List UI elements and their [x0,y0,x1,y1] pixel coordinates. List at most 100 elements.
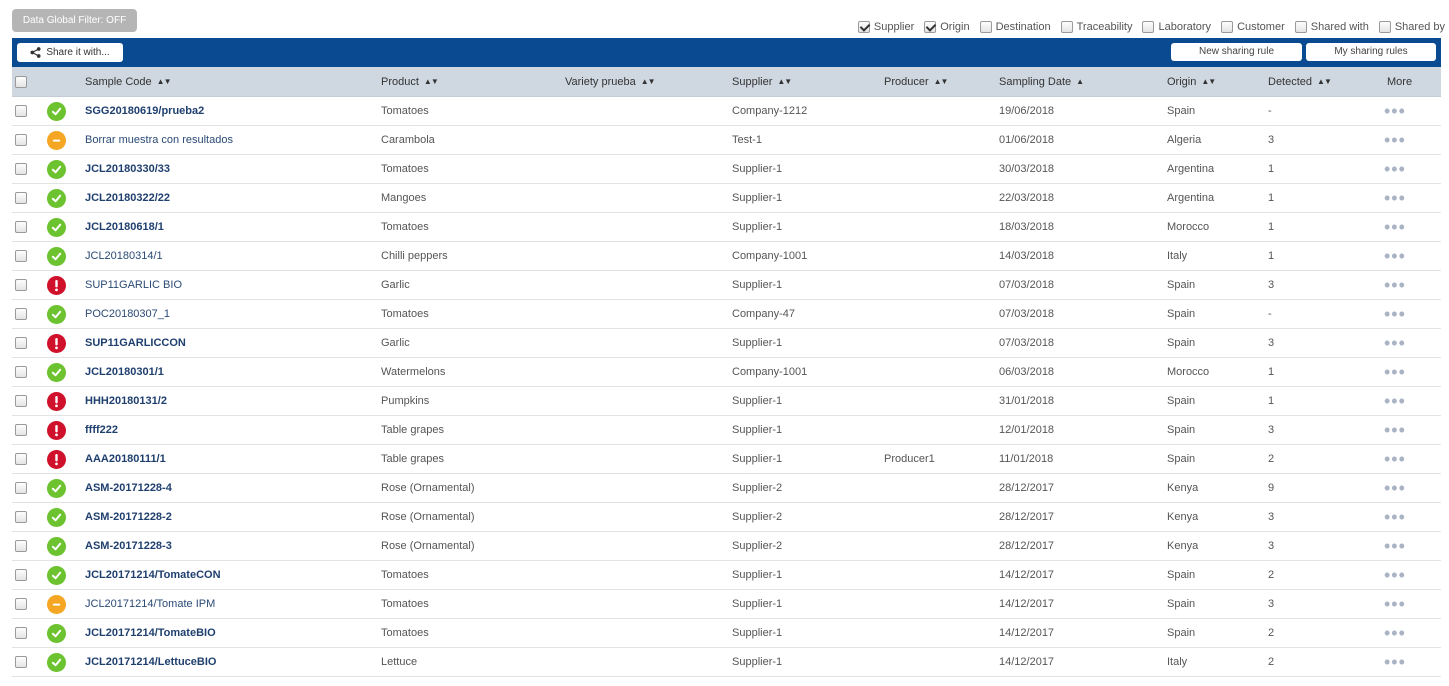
row-checkbox[interactable] [15,656,27,668]
row-checkbox[interactable] [15,540,27,552]
table-row[interactable]: JCL20180322/22 Mangoes Supplier-1 22/03/… [12,184,1441,213]
header-variety[interactable]: Variety prueba ▲▼ [565,67,656,96]
row-checkbox[interactable] [15,366,27,378]
header-sample-code[interactable]: Sample Code ▲▼ [85,67,171,96]
sample-code-link[interactable]: JCL20171214/TomateBIO [85,619,216,647]
more-options-icon[interactable]: ••• [1384,392,1406,410]
more-options-icon[interactable]: ••• [1384,508,1406,526]
table-row[interactable]: HHH20180131/2 Pumpkins Supplier-1 31/01/… [12,387,1441,416]
table-row[interactable]: JCL20180618/1 Tomatoes Supplier-1 18/03/… [12,213,1441,242]
table-row[interactable]: POC20180307_1 Tomatoes Company-47 07/03/… [12,300,1441,329]
table-row[interactable]: JCL20171214/Tomate IPM Tomatoes Supplier… [12,590,1441,619]
table-row[interactable]: JCL20171214/LettuceBIO Lettuce Supplier-… [12,648,1441,677]
more-options-icon[interactable]: ••• [1384,363,1406,381]
table-row[interactable]: SUP11GARLICCON Garlic Supplier-1 07/03/2… [12,329,1441,358]
sample-code-link[interactable]: JCL20180618/1 [85,213,164,241]
table-row[interactable]: ffff222 Table grapes Supplier-1 12/01/20… [12,416,1441,445]
table-row[interactable]: Borrar muestra con resultados Carambola … [12,126,1441,155]
traceability-checkbox[interactable] [1060,21,1073,33]
global-filter-button[interactable]: Data Global Filter: OFF [12,9,137,32]
table-row[interactable]: ASM-20171228-3 Rose (Ornamental) Supplie… [12,532,1441,561]
more-options-icon[interactable]: ••• [1384,479,1406,497]
my-sharing-rules-button[interactable]: My sharing rules [1306,43,1436,61]
sample-code-link[interactable]: Borrar muestra con resultados [85,126,233,154]
more-options-icon[interactable]: ••• [1384,131,1406,149]
toggle-customer[interactable]: Customer [1221,21,1285,33]
sample-code-link[interactable]: JCL20180330/33 [85,155,170,183]
table-row[interactable]: JCL20171214/TomateBIO Tomatoes Supplier-… [12,619,1441,648]
supplier-checkbox[interactable] [857,21,870,33]
more-options-icon[interactable]: ••• [1384,102,1406,120]
laboratory-checkbox[interactable] [1142,21,1155,33]
header-sampling-date[interactable]: Sampling Date ▲ [999,67,1084,96]
sample-code-link[interactable]: ASM-20171228-2 [85,503,172,531]
sample-code-link[interactable]: POC20180307_1 [85,300,170,328]
table-row[interactable]: JCL20180314/1 Chilli peppers Company-100… [12,242,1441,271]
sample-code-link[interactable]: AAA20180111/1 [85,445,166,473]
sample-code-link[interactable]: JCL20180314/1 [85,242,163,270]
sample-code-link[interactable]: JCL20171214/LettuceBIO [85,648,216,676]
toggle-traceability[interactable]: Traceability [1060,21,1132,33]
table-row[interactable]: SGG20180619/prueba2 Tomatoes Company-121… [12,97,1441,126]
row-checkbox[interactable] [15,511,27,523]
more-options-icon[interactable]: ••• [1384,595,1406,613]
more-options-icon[interactable]: ••• [1384,305,1406,323]
origin-checkbox[interactable] [924,21,937,33]
shared-by-checkbox[interactable] [1378,21,1391,33]
sample-code-link[interactable]: ASM-20171228-4 [85,474,172,502]
row-checkbox[interactable] [15,105,27,117]
row-checkbox[interactable] [15,221,27,233]
header-detected[interactable]: Detected ▲▼ [1268,67,1332,96]
toggle-shared-with[interactable]: Shared with [1294,21,1369,33]
more-options-icon[interactable]: ••• [1384,421,1406,439]
more-options-icon[interactable]: ••• [1384,566,1406,584]
sample-code-link[interactable]: SUP11GARLIC BIO [85,271,182,299]
sample-code-link[interactable]: SUP11GARLICCON [85,329,186,357]
row-checkbox[interactable] [15,250,27,262]
new-sharing-rule-button[interactable]: New sharing rule [1171,43,1302,61]
more-options-icon[interactable]: ••• [1384,218,1406,236]
row-checkbox[interactable] [15,598,27,610]
table-row[interactable]: JCL20171214/TomateCON Tomatoes Supplier-… [12,561,1441,590]
more-options-icon[interactable]: ••• [1384,247,1406,265]
row-checkbox[interactable] [15,163,27,175]
share-it-with-button[interactable]: Share it with... [17,43,123,62]
sample-code-link[interactable]: ASM-20171228-3 [85,532,172,560]
more-options-icon[interactable]: ••• [1384,276,1406,294]
table-row[interactable]: JCL20180301/1 Watermelons Company-1001 0… [12,358,1441,387]
row-checkbox[interactable] [15,192,27,204]
row-checkbox[interactable] [15,134,27,146]
header-supplier[interactable]: Supplier ▲▼ [732,67,792,96]
row-checkbox[interactable] [15,569,27,581]
sample-code-link[interactable]: HHH20180131/2 [85,387,167,415]
table-row[interactable]: AAA20180111/1 Table grapes Supplier-1 Pr… [12,445,1441,474]
row-checkbox[interactable] [15,337,27,349]
select-all-checkbox[interactable] [15,75,27,88]
table-row[interactable]: ASM-20171228-2 Rose (Ornamental) Supplie… [12,503,1441,532]
toggle-destination[interactable]: Destination [979,21,1051,33]
row-checkbox[interactable] [15,482,27,494]
header-product[interactable]: Product ▲▼ [381,67,439,96]
toggle-origin[interactable]: Origin [924,21,970,33]
table-row[interactable]: ASM-20171228-4 Rose (Ornamental) Supplie… [12,474,1441,503]
sample-code-link[interactable]: JCL20171214/Tomate IPM [85,590,215,618]
more-options-icon[interactable]: ••• [1384,624,1406,642]
destination-checkbox[interactable] [979,21,992,33]
header-producer[interactable]: Producer ▲▼ [884,67,948,96]
more-options-icon[interactable]: ••• [1384,334,1406,352]
more-options-icon[interactable]: ••• [1384,189,1406,207]
more-options-icon[interactable]: ••• [1384,450,1406,468]
sample-code-link[interactable]: ffff222 [85,416,118,444]
toggle-shared-by[interactable]: Shared by [1378,21,1445,33]
shared-with-checkbox[interactable] [1294,21,1307,33]
toggle-supplier[interactable]: Supplier [857,21,914,33]
more-options-icon[interactable]: ••• [1384,653,1406,671]
toggle-laboratory[interactable]: Laboratory [1142,21,1211,33]
more-options-icon[interactable]: ••• [1384,160,1406,178]
row-checkbox[interactable] [15,279,27,291]
sample-code-link[interactable]: SGG20180619/prueba2 [85,97,204,125]
row-checkbox[interactable] [15,308,27,320]
header-origin[interactable]: Origin ▲▼ [1167,67,1216,96]
row-checkbox[interactable] [15,453,27,465]
customer-checkbox[interactable] [1221,21,1234,33]
